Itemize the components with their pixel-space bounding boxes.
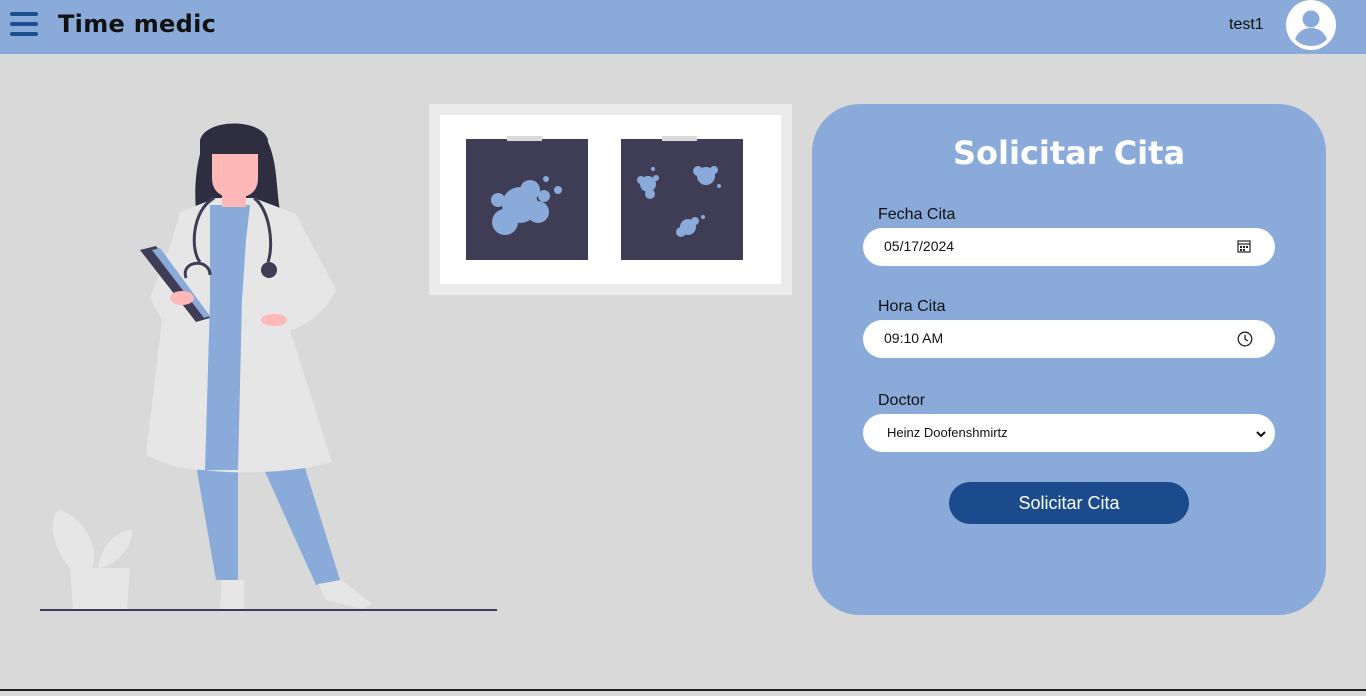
app-title: Time medic — [58, 10, 217, 38]
calendar-icon[interactable] — [1237, 239, 1253, 255]
plant-decoration — [52, 510, 132, 610]
time-input[interactable]: 09:10 AM — [863, 320, 1275, 358]
hamburger-menu-icon[interactable] — [10, 12, 38, 36]
date-value: 05/17/2024 — [884, 238, 955, 254]
xray-board — [429, 104, 792, 295]
clock-icon[interactable] — [1237, 331, 1253, 347]
form-title: Solicitar Cita — [952, 134, 1186, 172]
doctor-selected-value: Heinz Doofenshmirtz — [887, 425, 1008, 440]
time-label: Hora Cita — [878, 298, 946, 315]
top-navbar: Time medic test1 — [0, 0, 1366, 54]
appointment-form-card: Solicitar Cita Fecha Cita 05/17/2024 Hor… — [812, 104, 1326, 615]
doctor-figure — [140, 123, 372, 609]
username-label: test1 — [1229, 16, 1264, 33]
doctor-label: Doctor — [878, 392, 926, 409]
time-value: 09:10 AM — [884, 330, 944, 346]
doctor-select[interactable]: Heinz Doofenshmirtz — [863, 414, 1275, 452]
date-input[interactable]: 05/17/2024 — [863, 228, 1275, 266]
chevron-down-icon — [1255, 427, 1267, 439]
date-label: Fecha Cita — [878, 206, 956, 223]
submit-appointment-button[interactable]: Solicitar Cita — [949, 482, 1189, 524]
doctor-illustration — [0, 54, 810, 691]
user-avatar-icon[interactable] — [1286, 0, 1336, 50]
